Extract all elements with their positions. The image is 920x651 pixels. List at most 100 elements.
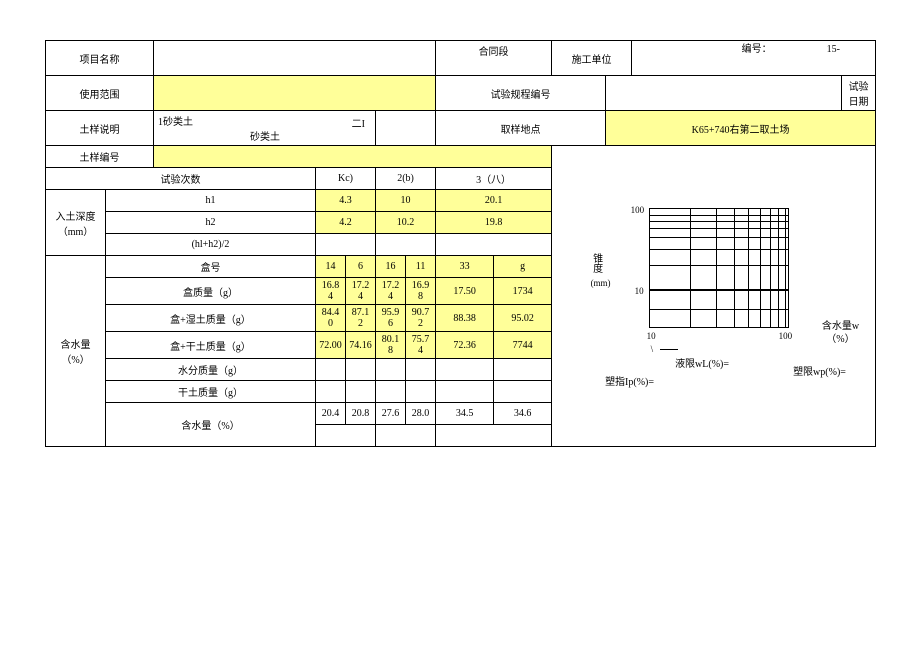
chart-grid (649, 208, 789, 328)
drysoil-mass-2 (346, 381, 376, 403)
depth-avg-v1 (316, 234, 376, 256)
box-no-3: 16 (376, 256, 406, 278)
chart-tick-10: 10 (635, 286, 644, 296)
water-content-3: 27.6 (376, 403, 406, 425)
chart-tick-100x: 100 (779, 331, 793, 341)
sampling-loc-value: K65+740右第二取土场 (606, 111, 876, 146)
drysoil-mass-label: 干土质量（g） (106, 381, 316, 403)
dry-mass-2: 74.16 (346, 332, 376, 359)
water-mass-1 (316, 359, 346, 381)
wet-mass-1: 84.4 0 (316, 305, 346, 332)
depth-group-label: 入土深度 （mm） (46, 190, 106, 256)
box-no-1: 14 (316, 256, 346, 278)
wet-mass-2: 87.1 2 (346, 305, 376, 332)
box-no-2: 6 (346, 256, 376, 278)
spec-no-label: 试验规程编号 (436, 76, 606, 111)
soil-desc-label: 土样说明 (46, 111, 154, 146)
water-content-avg-1 (316, 425, 376, 447)
water-content-avg-3 (436, 425, 552, 447)
dry-mass-5: 72.36 (436, 332, 494, 359)
trial-col-3: 3（八） (436, 168, 552, 190)
usage-label: 使用范围 (46, 76, 154, 111)
plastic-index-label: 塑指Ip(%)= (605, 373, 654, 388)
box-mass-5: 17.50 (436, 278, 494, 305)
water-w-label: 含水量w （%） (822, 320, 859, 346)
dry-mass-4: 75.7 4 (406, 332, 436, 359)
chart-y-label: 锥度 (591, 253, 601, 273)
depth-h2-v2: 10.2 (376, 212, 436, 234)
trial-col-2: 2(b) (376, 168, 436, 190)
box-mass-3: 17.2 4 (376, 278, 406, 305)
water-mass-label: 水分质量（g） (106, 359, 316, 381)
drysoil-mass-5 (436, 381, 494, 403)
box-mass-2: 17.2 4 (346, 278, 376, 305)
form-table: 项目名称 合同段 D标 施工单位 使用范围 试验规程编号 试验 日期 土样说明 … (45, 40, 876, 447)
box-mass-4: 16.9 8 (406, 278, 436, 305)
box-mass-label: 盒质量（g） (106, 278, 316, 305)
project-name-label: 项目名称 (46, 41, 154, 76)
box-no-label: 盒号 (106, 256, 316, 278)
dry-mass-label: 盒+干土质量（g） (106, 332, 316, 359)
drysoil-mass-6 (494, 381, 552, 403)
water-content-4: 28.0 (406, 403, 436, 425)
trials-label: 试验次数 (46, 168, 316, 190)
soil-desc-value: 1砂类土 二I 砂类土 (154, 111, 376, 146)
depth-h1-v1: 4.3 (316, 190, 376, 212)
depth-h1-label: h1 (106, 190, 316, 212)
box-mass-6: 1734 (494, 278, 552, 305)
depth-avg-v2 (376, 234, 436, 256)
water-content-6: 34.6 (494, 403, 552, 425)
doc-no-value: 15- (827, 44, 840, 55)
water-mass-6 (494, 359, 552, 381)
chart-tick-10x: 10 (647, 331, 656, 341)
chart-area: 锥度 (mm) 100 10 (552, 146, 876, 447)
plastic-limit-label: 塑限wp(%)= (793, 363, 846, 378)
water-content-avg-2 (376, 425, 436, 447)
depth-h2-v1: 4.2 (316, 212, 376, 234)
contract-section-label: 合同段 D标 (436, 41, 552, 76)
chart-tick-100: 100 (631, 205, 645, 215)
depth-h1-v3: 20.1 (436, 190, 552, 212)
drysoil-mass-1 (316, 381, 346, 403)
wet-mass-3: 95.9 6 (376, 305, 406, 332)
trial-col-1: Kc) (316, 168, 376, 190)
test-date-label: 试验 日期 (842, 76, 876, 111)
wet-mass-5: 88.38 (436, 305, 494, 332)
spec-no-value (606, 76, 842, 111)
chart-y-unit: (mm) (591, 278, 611, 288)
contract-section-value: D标 (439, 58, 552, 73)
construction-unit-label: 施工单位 (552, 41, 632, 76)
water-mass-3 (376, 359, 406, 381)
drysoil-mass-4 (406, 381, 436, 403)
sampling-loc-label: 取样地点 (436, 111, 606, 146)
usage-value (154, 76, 436, 111)
box-no-5: 33 (436, 256, 494, 278)
water-mass-2 (346, 359, 376, 381)
depth-h1-v2: 10 (376, 190, 436, 212)
water-content-2: 20.8 (346, 403, 376, 425)
sample-no-label: 土样编号 (46, 146, 154, 168)
dry-mass-6: 7744 (494, 332, 552, 359)
water-mass-4 (406, 359, 436, 381)
soil-desc-spacer (376, 111, 436, 146)
water-content-label: 含水量（%） (106, 403, 316, 447)
box-no-4: 11 (406, 256, 436, 278)
depth-avg-label: (hl+h2)/2 (106, 234, 316, 256)
doc-no-label: 编号： (742, 44, 772, 55)
project-name-value (154, 41, 436, 76)
wet-mass-6: 95.02 (494, 305, 552, 332)
sample-no-value (154, 146, 552, 168)
liquid-limit-label: 液限wL(%)= (675, 355, 729, 370)
drysoil-mass-3 (376, 381, 406, 403)
dry-mass-3: 80.1 8 (376, 332, 406, 359)
wet-mass-label: 盒+湿土质量（g） (106, 305, 316, 332)
depth-avg-v3 (436, 234, 552, 256)
water-content-1: 20.4 (316, 403, 346, 425)
water-content-5: 34.5 (436, 403, 494, 425)
depth-h2-v3: 19.8 (436, 212, 552, 234)
water-group-label: 含水量（%） (46, 256, 106, 447)
box-no-6: g (494, 256, 552, 278)
water-mass-5 (436, 359, 494, 381)
depth-h2-label: h2 (106, 212, 316, 234)
box-mass-1: 16.8 4 (316, 278, 346, 305)
